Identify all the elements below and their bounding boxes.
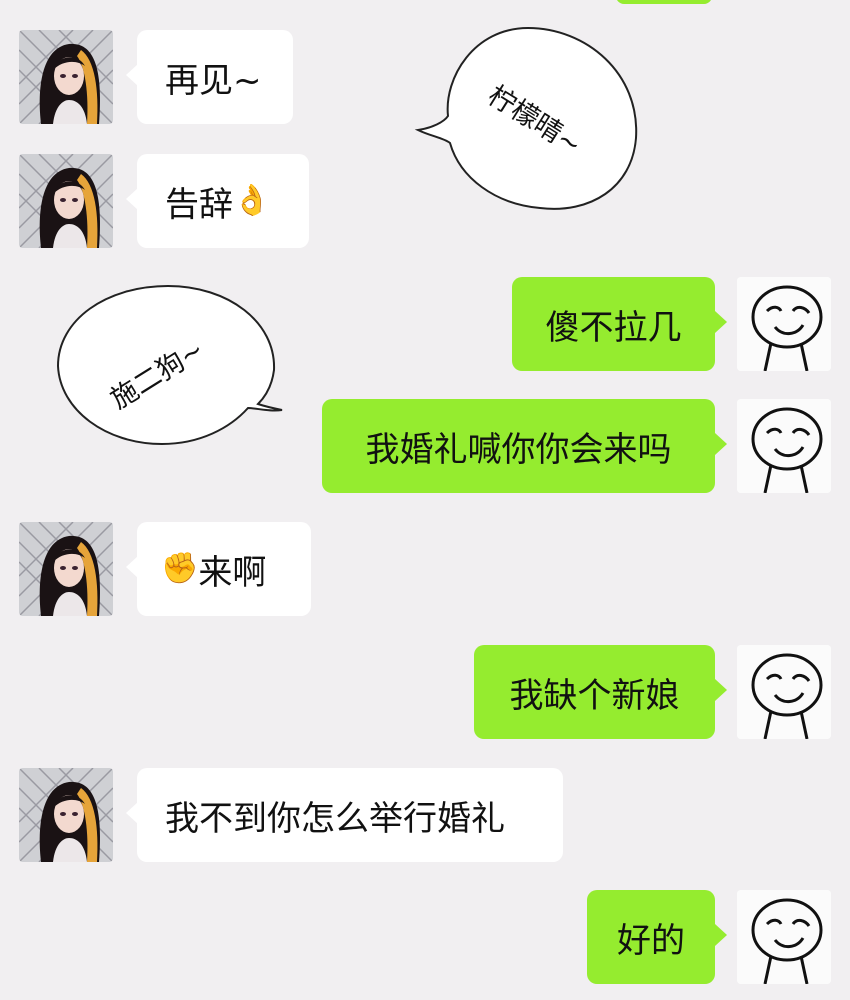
- stickman-smile-avatar-icon[interactable]: [737, 645, 831, 739]
- message-bubble-left[interactable]: ✊ 来啊: [126, 522, 311, 616]
- message-bubble-right[interactable]: 我缺个新娘: [474, 645, 727, 739]
- message-bubble-right[interactable]: 好的: [587, 890, 727, 984]
- message-text: 好的: [617, 920, 685, 961]
- anime-girl-avatar-icon[interactable]: [19, 768, 113, 862]
- message-bubble-right[interactable]: 我婚礼喊你你会来吗: [322, 399, 727, 493]
- message-text: 告辞: [165, 184, 233, 225]
- message-text: 再见~: [165, 60, 262, 101]
- ok-hand-icon: 👌: [233, 183, 271, 218]
- message-text: 傻不拉几: [545, 307, 682, 348]
- message-text: 我缺个新娘: [509, 675, 680, 716]
- message-bubble-right[interactable]: 傻不拉几: [512, 277, 727, 371]
- anime-girl-avatar-icon[interactable]: [19, 154, 113, 248]
- raised-fist-icon: ✊: [161, 551, 199, 586]
- speech-bubble-lemon: 柠檬晴~: [414, 26, 638, 210]
- cropped-message-bubble: [616, 0, 712, 4]
- speech-bubble-dog: 施二狗~: [56, 284, 283, 446]
- anime-girl-avatar-icon[interactable]: [19, 522, 113, 616]
- stickman-smile-avatar-icon[interactable]: [737, 277, 831, 371]
- message-text: 来啊: [198, 552, 267, 593]
- stickman-smile-avatar-icon[interactable]: [737, 890, 831, 984]
- message-bubble-left[interactable]: 我不到你怎么举行婚礼: [126, 768, 563, 862]
- message-text: 我不到你怎么举行婚礼: [165, 798, 505, 839]
- stickman-smile-avatar-icon[interactable]: [737, 399, 831, 493]
- anime-girl-avatar-icon[interactable]: [19, 30, 113, 124]
- message-text: 我婚礼喊你你会来吗: [365, 429, 672, 470]
- message-bubble-left[interactable]: 告辞 👌: [126, 154, 309, 248]
- message-bubble-left[interactable]: 再见~: [126, 30, 293, 124]
